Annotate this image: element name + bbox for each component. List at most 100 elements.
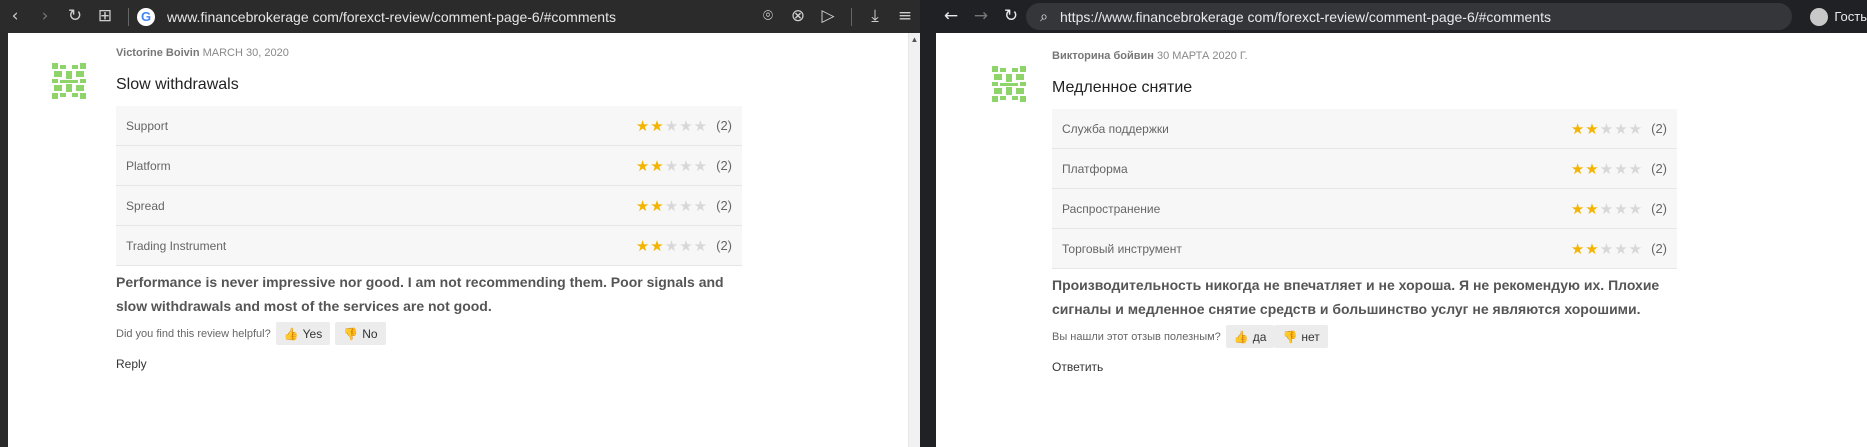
review-card: Victorine Boivin MARCH 30, 2020 Slow wit… xyxy=(52,47,742,371)
star-empty-icon: ★ xyxy=(1628,119,1643,138)
rating-stars: ★★★★★ (2) xyxy=(636,237,732,255)
star-filled-icon: ★ xyxy=(1585,119,1599,138)
no-label: нет xyxy=(1301,329,1320,344)
reply-link[interactable]: Ответить xyxy=(1052,360,1677,374)
star-empty-icon: ★ xyxy=(679,116,693,135)
helpful-yes-button[interactable]: 👍 Yes xyxy=(275,322,331,345)
helpful-no-button[interactable]: 👎 No xyxy=(335,322,386,345)
star-empty-icon: ★ xyxy=(693,236,708,255)
toolbar-separator xyxy=(128,7,129,26)
rating-stars: ★★★★★ (2) xyxy=(1571,240,1667,258)
left-browser-window: ‹ › ↻ ⊞ G www.financebrokerage com/forex… xyxy=(0,0,920,447)
right-toolbar: ← → ↻ ⌕ https://www.financebrokerage com… xyxy=(936,0,1867,33)
rating-stars: ★★★★★ (2) xyxy=(636,197,732,215)
star-filled-icon: ★ xyxy=(1570,199,1585,218)
profile-avatar-icon xyxy=(1810,7,1829,26)
rating-label: Trading Instrument xyxy=(126,238,227,253)
star-empty-icon: ★ xyxy=(1628,239,1643,258)
vertical-scrollbar[interactable]: ▲ xyxy=(908,33,920,447)
profile-label: Гость xyxy=(1834,9,1867,24)
star-empty-icon: ★ xyxy=(664,116,679,135)
rating-label: Платформа xyxy=(1062,161,1128,176)
yes-label: Yes xyxy=(302,326,323,341)
rating-count: (2) xyxy=(716,158,732,173)
rating-stars: ★★★★★ (2) xyxy=(1571,160,1667,178)
reload-icon[interactable]: ↻ xyxy=(996,0,1026,33)
star-empty-icon: ★ xyxy=(1614,119,1628,138)
ratings-table: Support ★★★★★ (2) Platform ★★★★★ (2) Sprea… xyxy=(116,106,742,266)
review-date: 30 МАРТА 2020 Г. xyxy=(1156,50,1248,62)
rating-count: (2) xyxy=(716,238,732,253)
star-filled-icon: ★ xyxy=(635,156,650,175)
star-empty-icon: ★ xyxy=(693,156,708,175)
star-filled-icon: ★ xyxy=(650,236,664,255)
rating-stars: ★★★★★ (2) xyxy=(636,117,732,135)
toolbar-separator xyxy=(851,7,852,26)
thumbs-down-icon: 👎 xyxy=(1282,329,1298,344)
rating-count: (2) xyxy=(1651,241,1667,256)
adblock-icon[interactable]: ⊗ xyxy=(783,0,813,33)
rating-stars: ★★★★★ (2) xyxy=(636,157,732,175)
rating-row: Распространение ★★★★★ (2) xyxy=(1052,189,1677,229)
download-icon[interactable]: ⤓ xyxy=(860,0,890,33)
camera-icon[interactable]: ⌾ xyxy=(753,0,783,33)
star-empty-icon: ★ xyxy=(1599,199,1614,218)
helpful-no-button[interactable]: 👎 нет xyxy=(1274,325,1328,348)
user-avatar-icon xyxy=(52,63,86,99)
star-filled-icon: ★ xyxy=(1570,159,1585,178)
thumbs-up-icon: 👍 xyxy=(1233,329,1249,344)
star-empty-icon: ★ xyxy=(664,156,679,175)
review-card: Викторина бойвин 30 МАРТА 2020 Г. Медлен… xyxy=(992,50,1677,374)
menu-icon[interactable]: ≡ xyxy=(890,0,920,33)
back-icon[interactable]: ‹ xyxy=(0,0,30,33)
user-avatar-icon xyxy=(992,66,1026,102)
thumbs-down-icon: 👎 xyxy=(343,326,359,341)
rating-count: (2) xyxy=(1651,121,1667,136)
google-logo-icon: G xyxy=(137,7,155,26)
star-filled-icon: ★ xyxy=(635,116,650,135)
helpful-question: Вы нашли этот отзыв полезным? xyxy=(1052,330,1221,343)
star-empty-icon: ★ xyxy=(1628,159,1643,178)
helpful-yes-button[interactable]: 👍 да xyxy=(1225,325,1275,348)
helpful-prompt: Did you find this review helpful? 👍 Yes 👎… xyxy=(116,322,742,345)
reply-link[interactable]: Reply xyxy=(116,357,742,371)
rating-row: Trading Instrument ★★★★★ (2) xyxy=(116,226,742,266)
yes-label: да xyxy=(1252,329,1267,344)
window-divider xyxy=(920,0,936,447)
scroll-up-icon[interactable]: ▲ xyxy=(909,35,920,44)
review-author: Victorine Boivin xyxy=(116,47,200,59)
address-bar[interactable]: https://www.financebrokerage com/forexct… xyxy=(1060,9,1551,25)
star-empty-icon: ★ xyxy=(1599,239,1614,258)
review-title: Медленное снятие xyxy=(1052,79,1193,96)
rating-row: Platform ★★★★★ (2) xyxy=(116,146,742,186)
forward-icon[interactable]: → xyxy=(966,0,996,33)
send-icon[interactable]: ▷ xyxy=(813,0,843,33)
helpful-question: Did you find this review helpful? xyxy=(116,327,271,340)
review-text: Производительность никогда не впечатляет… xyxy=(1052,277,1660,317)
search-icon: ⌕ xyxy=(1040,8,1048,25)
helpful-prompt: Вы нашли этот отзыв полезным? 👍 да 👎 нет xyxy=(1052,325,1677,348)
star-empty-icon: ★ xyxy=(679,236,693,255)
address-bar[interactable]: www.financebrokerage com/forexct-review/… xyxy=(167,9,753,25)
star-filled-icon: ★ xyxy=(1585,159,1599,178)
back-icon[interactable]: ← xyxy=(936,0,966,33)
rating-count: (2) xyxy=(716,118,732,133)
forward-icon[interactable]: › xyxy=(30,0,60,33)
star-empty-icon: ★ xyxy=(1628,199,1643,218)
star-empty-icon: ★ xyxy=(693,196,708,215)
review-date: MARCH 30, 2020 xyxy=(202,47,289,59)
rating-row: Торговый инструмент ★★★★★ (2) xyxy=(1052,229,1677,269)
star-filled-icon: ★ xyxy=(650,196,664,215)
right-page: Викторина бойвин 30 МАРТА 2020 Г. Медлен… xyxy=(936,33,1867,447)
reload-icon[interactable]: ↻ xyxy=(60,0,90,33)
rating-stars: ★★★★★ (2) xyxy=(1571,200,1667,218)
omnibox[interactable]: ⌕ https://www.financebrokerage com/forex… xyxy=(1026,3,1793,30)
star-filled-icon: ★ xyxy=(1585,199,1599,218)
rating-stars: ★★★★★ (2) xyxy=(1571,120,1667,138)
star-filled-icon: ★ xyxy=(650,116,664,135)
rating-label: Служба поддержки xyxy=(1062,121,1169,136)
star-empty-icon: ★ xyxy=(1599,159,1614,178)
review-text: Performance is never impressive nor good… xyxy=(116,274,724,314)
profile-button[interactable]: Гость xyxy=(1800,7,1867,26)
tabs-grid-icon[interactable]: ⊞ xyxy=(90,0,120,33)
